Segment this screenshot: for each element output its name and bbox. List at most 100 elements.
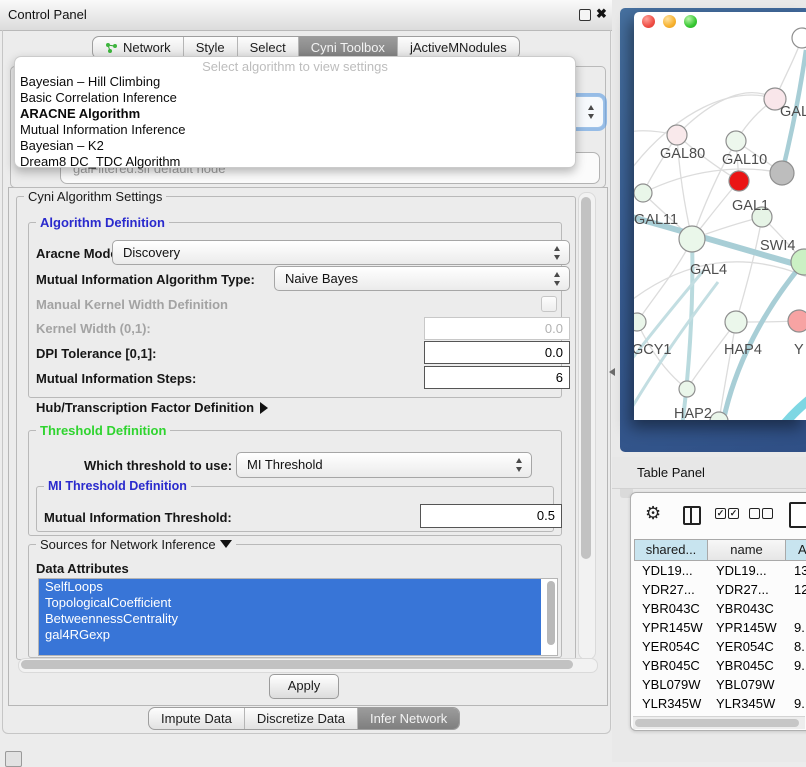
mi-type-combobox[interactable]: Naive Bayes — [274, 266, 570, 291]
settings-horizontal-scrollbar[interactable] — [18, 658, 598, 673]
sources-group-title[interactable]: Sources for Network Inference — [36, 537, 236, 552]
table-cell[interactable]: YBL079W — [708, 675, 786, 694]
table-cell[interactable]: YBR043C — [634, 599, 708, 618]
table-cell[interactable]: YBR045C — [708, 656, 786, 675]
table-row[interactable]: YDL19...YDL19...13 — [634, 561, 806, 580]
mi-threshold-field[interactable]: 0.5 — [420, 504, 562, 528]
table-cell[interactable]: 13 — [786, 561, 806, 580]
node-hap4[interactable] — [725, 311, 747, 333]
tab-style[interactable]: Style — [184, 37, 238, 58]
table-cell[interactable]: 9. — [786, 618, 806, 637]
table-cell[interactable]: YER054C — [634, 637, 708, 656]
gear-icon[interactable]: ⚙ — [645, 504, 661, 522]
table-cell[interactable]: YBR045C — [634, 656, 708, 675]
hub-definition-expander[interactable]: Hub/Transcription Factor Definition — [36, 400, 268, 415]
checked-checkbox-icon[interactable]: ✓ — [715, 508, 726, 519]
attribute-item-selected[interactable]: SelfLoops — [39, 579, 541, 595]
column-header-truncated[interactable]: A — [786, 539, 806, 561]
dropdown-item[interactable]: Bayesian – K2 — [15, 138, 575, 154]
dock-corner-icon[interactable] — [5, 751, 22, 767]
dropdown-item[interactable]: Basic Correlation Inference — [15, 90, 575, 106]
table-row[interactable]: YLR345WYLR345W9. — [634, 694, 806, 713]
dropdown-item[interactable]: Bayesian – Hill Climbing — [15, 74, 575, 90]
node-salmon[interactable] — [788, 310, 806, 332]
manual-kernel-checkbox[interactable] — [541, 296, 557, 312]
table-row[interactable]: YPR145WYPR145W9. — [634, 618, 806, 637]
column-header-name[interactable]: name — [708, 539, 786, 561]
aracne-mode-combobox[interactable]: Discovery — [112, 240, 570, 265]
table-horizontal-scrollbar[interactable] — [633, 716, 805, 729]
close-icon[interactable]: ✖ — [596, 6, 607, 22]
node-gcy1[interactable] — [634, 313, 646, 331]
node-unlabeled[interactable] — [792, 28, 806, 48]
network-window[interactable]: GAL GAL80 GAL10 GAL1 GAL11 SWI4 GAL4 GCY… — [634, 12, 806, 420]
table-cell[interactable] — [786, 675, 806, 694]
unchecked-checkbox-icon[interactable] — [762, 508, 773, 519]
dropdown-item-selected[interactable]: ARACNE Algorithm — [15, 106, 575, 122]
table-cell[interactable]: 9. — [786, 656, 806, 675]
table-cell[interactable]: YBL079W — [634, 675, 708, 694]
node-selected-red[interactable] — [729, 171, 749, 191]
table-cell[interactable]: YDR27... — [634, 580, 708, 599]
table-cell[interactable]: 12 — [786, 580, 806, 599]
table-cell[interactable]: YDL19... — [708, 561, 786, 580]
manual-kernel-label: Manual Kernel Width Definition — [36, 297, 228, 312]
table-cell[interactable]: YPR145W — [708, 618, 786, 637]
table-cell[interactable]: YDL19... — [634, 561, 708, 580]
tab-jactivemnodules[interactable]: jActiveMNodules — [398, 37, 519, 58]
table-cell[interactable]: 8. — [786, 637, 806, 656]
node-gal4[interactable] — [679, 226, 705, 252]
float-window-icon[interactable] — [579, 9, 591, 21]
settings-vertical-scrollbar[interactable] — [578, 192, 596, 660]
kernel-width-field[interactable]: 0.0 — [424, 317, 570, 340]
which-threshold-value: MI Threshold — [247, 457, 323, 472]
tab-infer-network[interactable]: Infer Network — [358, 708, 459, 729]
attribute-item-selected[interactable]: TopologicalCoefficient — [39, 595, 541, 611]
scrollbar-thumb[interactable] — [581, 197, 591, 559]
node-gray[interactable] — [770, 161, 794, 185]
collapse-down-icon — [220, 540, 232, 548]
unchecked-checkbox-icon[interactable] — [749, 508, 760, 519]
export-table-icon[interactable] — [789, 502, 806, 528]
node-gal80[interactable] — [667, 125, 687, 145]
apply-button[interactable]: Apply — [269, 674, 339, 699]
tab-impute-data[interactable]: Impute Data — [149, 708, 245, 729]
dropdown-item[interactable]: Mutual Information Inference — [15, 122, 575, 138]
tab-network[interactable]: Network — [93, 37, 184, 58]
tab-discretize-data[interactable]: Discretize Data — [245, 708, 358, 729]
table-cell[interactable]: YLR345W — [634, 694, 708, 713]
dpi-tolerance-field[interactable]: 0.0 — [424, 341, 570, 364]
attribute-item-selected[interactable]: BetweennessCentrality — [39, 611, 541, 627]
network-canvas[interactable]: GAL GAL80 GAL10 GAL1 GAL11 SWI4 GAL4 GCY… — [634, 12, 806, 420]
column-header-shared-name[interactable]: shared... — [634, 539, 708, 561]
scrollbar-thumb[interactable] — [635, 719, 799, 727]
splitter-collapse-icon[interactable] — [609, 368, 615, 376]
dropdown-item[interactable]: Dream8 DC_TDC Algorithm — [15, 154, 575, 170]
attributes-scrollbar[interactable] — [547, 581, 555, 645]
table-cell[interactable]: YLR345W — [708, 694, 786, 713]
tab-cyni-toolbox[interactable]: Cyni Toolbox — [299, 37, 398, 58]
columns-icon[interactable] — [683, 506, 701, 525]
tab-select[interactable]: Select — [238, 37, 299, 58]
tab-jactivemnodules-label: jActiveMNodules — [410, 40, 507, 55]
table-cell[interactable]: YER054C — [708, 637, 786, 656]
table-row[interactable]: YBR045CYBR045C9. — [634, 656, 806, 675]
table-row[interactable]: YBR043CYBR043C — [634, 599, 806, 618]
table-row[interactable]: YDR27...YDR27...12 — [634, 580, 806, 599]
checked-checkbox-icon[interactable]: ✓ — [728, 508, 739, 519]
node-hap2[interactable] — [679, 381, 695, 397]
mi-steps-field[interactable]: 6 — [424, 366, 570, 389]
table-row[interactable]: YBL079WYBL079W — [634, 675, 806, 694]
table-cell[interactable]: 9. — [786, 694, 806, 713]
table-cell[interactable]: YDR27... — [708, 580, 786, 599]
attribute-item-selected[interactable]: gal4RGexp — [39, 627, 541, 643]
data-attributes-list[interactable]: SelfLoops TopologicalCoefficient Between… — [38, 578, 558, 656]
node-gal11[interactable] — [634, 184, 652, 202]
table-row[interactable]: YER054CYER054C8. — [634, 637, 806, 656]
table-cell[interactable]: YPR145W — [634, 618, 708, 637]
table-cell[interactable] — [786, 599, 806, 618]
scrollbar-thumb[interactable] — [21, 660, 573, 669]
node-gal10[interactable] — [726, 131, 746, 151]
which-threshold-combobox[interactable]: MI Threshold — [236, 452, 532, 478]
table-cell[interactable]: YBR043C — [708, 599, 786, 618]
